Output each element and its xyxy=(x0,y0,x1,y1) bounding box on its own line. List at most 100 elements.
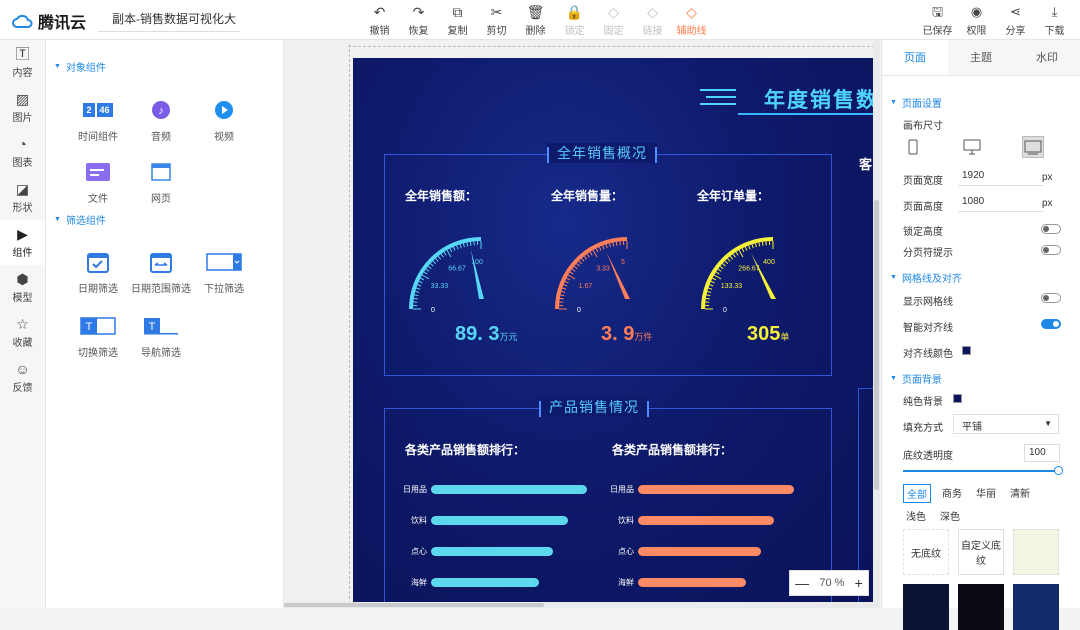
tab-page[interactable]: 页面 xyxy=(882,40,948,75)
toolbar-lock-button[interactable]: 🔒锁定 xyxy=(555,0,594,40)
gauge-tick xyxy=(566,278,570,280)
solid-bg-swatch[interactable] xyxy=(953,394,962,403)
guide-line-horizontal[interactable] xyxy=(348,46,880,47)
nav-item-text[interactable]: 🅃内容 xyxy=(0,40,45,85)
toolbar-redo-button[interactable]: ↷恢复 xyxy=(399,0,438,40)
brand-logo[interactable]: 腾讯云 xyxy=(12,9,86,33)
tab-watermark[interactable]: 水印 xyxy=(1014,40,1080,75)
nav-item-feedback[interactable]: ☺反馈 xyxy=(0,355,45,400)
screen-size-button[interactable] xyxy=(1022,136,1044,158)
toolbar-undo-button[interactable]: ↶撤销 xyxy=(360,0,399,40)
stat-number: 305 xyxy=(747,323,780,345)
toolbar-link-button[interactable]: ◇链接 xyxy=(633,0,672,40)
page-height-input[interactable]: 1080 xyxy=(958,194,1044,212)
show-grid-toggle[interactable] xyxy=(1041,293,1061,303)
dashboard-title[interactable]: 年度销售数 xyxy=(764,84,879,114)
save-button[interactable]: 🖫已保存 xyxy=(918,0,957,40)
component-dropdown-filter[interactable]: 下拉筛选 xyxy=(193,248,255,295)
text-icon: 🅃 xyxy=(16,46,30,64)
toolbar-label: 撤销 xyxy=(370,22,390,37)
desktop-size-button[interactable] xyxy=(961,136,983,158)
dashboard-board[interactable]: 年度销售数 客 全年销售概况 全年销售额：033.3366.6710089. 3… xyxy=(353,58,880,608)
share-button[interactable]: ⋖分享 xyxy=(996,0,1035,40)
download-button[interactable]: ⤓下载 xyxy=(1035,0,1074,40)
nav-item-chart[interactable]: ◔图表 xyxy=(0,130,45,175)
section-page-settings[interactable]: ▼页面设置 xyxy=(890,95,942,110)
fill-mode-select[interactable]: 平铺▼ xyxy=(953,414,1059,434)
nav-item-shape[interactable]: ◪形状 xyxy=(0,175,45,220)
texture-filter-chip[interactable]: 全部 xyxy=(903,484,931,503)
toolbar-cut-button[interactable]: ✂剪切 xyxy=(477,0,516,40)
component-date-filter[interactable]: 日期筛选 xyxy=(67,248,129,295)
nav-label: 模型 xyxy=(13,289,33,304)
toolbar-label: 链接 xyxy=(643,22,663,37)
texture-filter-chip[interactable]: 商务 xyxy=(939,484,965,503)
slider-handle[interactable] xyxy=(1054,466,1063,475)
eye-button[interactable]: ◉权限 xyxy=(957,0,996,40)
toolbar-guide-button[interactable]: ◇辅助线 xyxy=(672,0,711,40)
svg-text:♪: ♪ xyxy=(158,105,164,117)
tab-theme[interactable]: 主题 xyxy=(948,40,1014,75)
texture-custom[interactable]: 自定义底纹 xyxy=(958,529,1004,575)
guide-line-vertical[interactable] xyxy=(349,44,350,604)
texture-filter-chip[interactable]: 浅色 xyxy=(903,507,929,524)
section-grid-align[interactable]: ▼网格线及对齐 xyxy=(890,270,962,285)
texture-swatch[interactable] xyxy=(1013,529,1059,575)
annual-overview-panel[interactable]: 全年销售概况 全年销售额：033.3366.6710089. 3万元全年销售量：… xyxy=(384,154,832,376)
canvas-area[interactable]: 年度销售数 客 全年销售概况 全年销售额：033.3366.6710089. 3… xyxy=(284,40,880,608)
gauge-tick xyxy=(560,295,564,296)
texture-none[interactable]: 无底纹 xyxy=(903,529,949,575)
gauge-chart: 01.673.335 xyxy=(543,227,653,312)
component-date-range-filter[interactable]: 日期范围筛选 xyxy=(130,248,192,295)
nav-item-image[interactable]: ▨图片 xyxy=(0,85,45,130)
component-nav-filter[interactable]: T 导航筛选 xyxy=(130,312,192,359)
component-webpage[interactable]: 网页 xyxy=(130,158,192,205)
toolbar-label: 剪切 xyxy=(487,22,507,37)
texture-opacity-input[interactable]: 100 xyxy=(1024,444,1060,462)
align-color-swatch[interactable] xyxy=(962,346,971,355)
gauge-tick xyxy=(581,258,584,261)
texture-filter-chip[interactable]: 华丽 xyxy=(973,484,999,503)
mobile-size-button[interactable] xyxy=(902,136,924,158)
scroll-thumb[interactable] xyxy=(874,200,879,490)
page-width-input[interactable]: 1920 xyxy=(958,168,1044,186)
undo-icon: ↶ xyxy=(374,4,386,22)
nav-item-star[interactable]: ☆收藏 xyxy=(0,310,45,355)
nav-item-component[interactable]: ▶组件 xyxy=(0,220,45,265)
horizontal-scrollbar[interactable] xyxy=(284,602,874,608)
component-audio[interactable]: ♪ 音频 xyxy=(130,96,192,143)
section-page-background[interactable]: ▼页面背景 xyxy=(890,371,942,386)
nav-item-model[interactable]: ⬢模型 xyxy=(0,265,45,310)
texture-opacity-slider[interactable] xyxy=(903,470,1059,472)
smart-align-toggle[interactable] xyxy=(1041,319,1061,329)
gauge-tick xyxy=(720,266,723,269)
component-toggle-filter[interactable]: T 切换筛选 xyxy=(67,312,129,359)
nav-label: 内容 xyxy=(13,64,33,79)
texture-swatch[interactable] xyxy=(903,584,949,630)
texture-filter-chip[interactable]: 清新 xyxy=(1007,484,1033,503)
toolbar-delete-button[interactable]: 🗑删除 xyxy=(516,0,555,40)
texture-filter-chip[interactable]: 深色 xyxy=(937,507,963,524)
toolbar-pin-button[interactable]: ◇固定 xyxy=(594,0,633,40)
texture-swatch[interactable] xyxy=(1013,584,1059,630)
gauge-tick xyxy=(714,275,721,279)
zoom-in-button[interactable]: + xyxy=(855,575,863,591)
document-title-input[interactable]: 副本-销售数据可视化大 xyxy=(98,6,240,32)
section-object-components[interactable]: ▼对象组件 xyxy=(54,59,106,74)
vertical-scrollbar[interactable] xyxy=(873,40,880,608)
product-sales-panel[interactable]: 产品销售情况 各类产品销售额排行：日用品饮料点心海鲜各类产品销售额排行：日用品饮… xyxy=(384,408,832,608)
zoom-out-button[interactable]: — xyxy=(795,575,809,591)
scroll-thumb[interactable] xyxy=(284,603,544,607)
component-label: 音频 xyxy=(151,128,171,143)
section-filter-components[interactable]: ▼筛选组件 xyxy=(54,212,106,227)
gauge-tick xyxy=(749,246,750,250)
page-break-toggle[interactable] xyxy=(1041,245,1061,255)
component-file[interactable]: 文件 xyxy=(67,158,129,205)
texture-swatch[interactable] xyxy=(958,584,1004,630)
component-time[interactable]: 246 时间组件 xyxy=(67,96,129,143)
gauge-tick-label: 3.33 xyxy=(596,265,610,272)
lock-height-toggle[interactable] xyxy=(1041,224,1061,234)
client-panel-title[interactable]: 客 xyxy=(859,154,872,173)
component-video[interactable]: 视频 xyxy=(193,96,255,143)
toolbar-copy-button[interactable]: ⧉复制 xyxy=(438,0,477,40)
